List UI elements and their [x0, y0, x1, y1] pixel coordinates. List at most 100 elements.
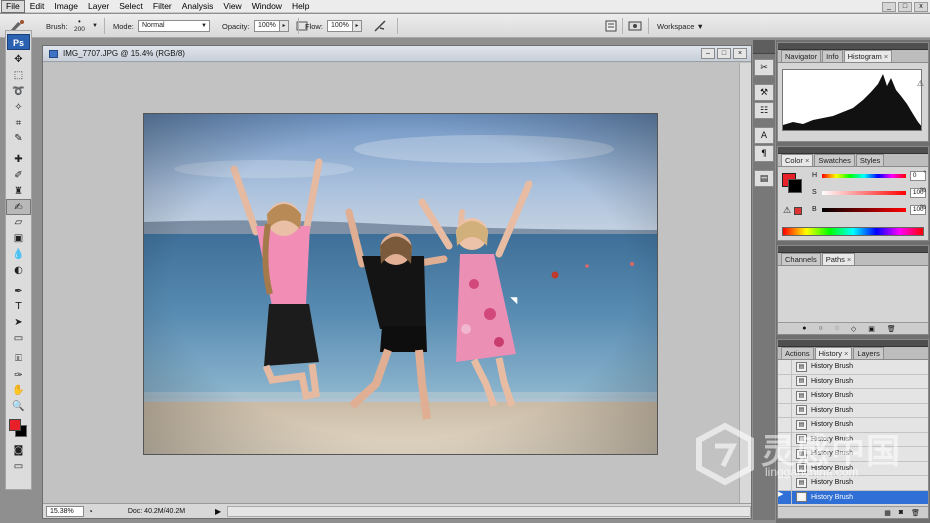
status-preview-icon[interactable]: ◔ — [88, 507, 93, 516]
menu-help[interactable]: Help — [287, 0, 314, 13]
bridge-icon[interactable] — [627, 14, 643, 38]
doc-minimize-button[interactable]: – — [701, 48, 715, 59]
history-item[interactable]: ▤ History Brush — [778, 432, 928, 447]
photo-canvas[interactable] — [143, 113, 658, 455]
clone-source-icon[interactable]: ☷ — [754, 102, 774, 119]
magic-wand-tool-icon[interactable]: ✧ — [6, 99, 31, 115]
opacity-input[interactable]: 100% — [254, 20, 280, 32]
brush-dropdown-arrow-icon[interactable]: ▼ — [92, 14, 98, 38]
paths-list[interactable] — [778, 266, 928, 322]
history-item[interactable]: ▤ History Brush — [778, 417, 928, 433]
dodge-tool-icon[interactable]: ◐ — [6, 262, 31, 278]
make-work-path-icon[interactable]: ◇ — [851, 325, 856, 333]
tab-info[interactable]: Info — [822, 50, 843, 62]
menu-image[interactable]: Image — [49, 0, 83, 13]
tab-actions[interactable]: Actions — [781, 347, 814, 359]
stroke-path-icon[interactable]: ○ — [818, 325, 822, 332]
history-brush-tool-icon[interactable]: ✍ — [6, 199, 31, 215]
horizontal-scrollbar[interactable] — [227, 505, 751, 517]
history-item-selected[interactable]: ▶ ▤ History Brush — [778, 490, 928, 504]
brightness-slider-row[interactable]: B 100 — [806, 201, 926, 218]
flow-input[interactable]: 100% — [327, 20, 353, 32]
tab-layers[interactable]: Layers — [853, 347, 884, 359]
menu-file[interactable]: File — [1, 0, 25, 13]
pen-tool-icon[interactable]: ✒ — [6, 283, 31, 299]
minimize-button[interactable]: _ — [882, 1, 896, 12]
close-button[interactable]: x — [914, 1, 928, 12]
fill-path-icon[interactable]: ● — [802, 325, 806, 332]
layer-comps-icon[interactable]: ▤ — [754, 170, 774, 187]
marquee-tool-icon[interactable]: ⬚ — [6, 68, 31, 84]
menu-select[interactable]: Select — [114, 0, 148, 13]
history-item[interactable]: ▤ History Brush — [778, 374, 928, 389]
history-item[interactable]: ▤ History Brush — [778, 360, 928, 375]
tab-history[interactable]: History × — [814, 347, 853, 359]
tab-swatches[interactable]: Swatches — [814, 154, 855, 166]
new-path-icon[interactable]: ▣ — [868, 325, 875, 333]
hue-slider-row[interactable]: H 0 — [806, 167, 926, 184]
clone-stamp-tool-icon[interactable]: ♜ — [6, 183, 31, 199]
zoom-level-field[interactable]: 15.38% — [46, 505, 84, 517]
menu-window[interactable]: Window — [247, 0, 287, 13]
status-menu-arrow-icon[interactable]: ▶ — [215, 507, 221, 516]
color-panel-background-swatch[interactable] — [788, 179, 802, 193]
histogram-refresh-icon[interactable]: ⚠ — [917, 79, 924, 88]
brushes-icon[interactable]: ⚒ — [754, 84, 774, 101]
doc-close-button[interactable]: × — [733, 48, 747, 59]
new-snapshot-icon[interactable]: ◙ — [899, 509, 903, 516]
load-selection-icon[interactable]: ◌ — [835, 325, 839, 332]
history-list[interactable]: ▤ History Brush ▤ History Brush ▤ History B… — [778, 360, 928, 504]
history-item[interactable]: ▤ History Brush — [778, 403, 928, 418]
eraser-tool-icon[interactable]: ▱ — [6, 215, 31, 231]
gradient-tool-icon[interactable]: ▣ — [6, 231, 31, 247]
menu-view[interactable]: View — [218, 0, 246, 13]
saturation-slider-row[interactable]: S 100 — [806, 184, 926, 201]
shape-tool-icon[interactable]: ▭ — [6, 331, 31, 347]
gamut-warning-icon[interactable]: ⚠ — [783, 205, 791, 216]
mode-select[interactable]: Normal ▼ — [138, 20, 210, 32]
move-tool-icon[interactable]: ✥ — [6, 52, 31, 68]
opacity-stepper-icon[interactable]: ▸ — [280, 20, 289, 32]
tab-histogram[interactable]: Histogram × — [843, 50, 893, 62]
delete-state-icon[interactable]: 🗑 — [911, 509, 920, 517]
delete-path-icon[interactable]: 🗑 — [887, 325, 896, 333]
hand-tool-icon[interactable]: ✋ — [6, 383, 31, 399]
history-item[interactable]: ▤ History Brush — [778, 446, 928, 462]
workspace-menu[interactable]: Workspace ▼ — [657, 14, 704, 38]
eyedropper-tool-icon[interactable]: ✑ — [6, 367, 31, 383]
brush-picker[interactable]: • 200 — [74, 14, 85, 38]
tool-presets-icon[interactable]: ✂ — [754, 59, 774, 76]
screen-mode-icon[interactable]: ▭ — [6, 458, 31, 474]
type-tool-icon[interactable]: T — [6, 299, 31, 315]
brush-tool-icon[interactable]: ✐ — [6, 168, 31, 184]
crop-tool-icon[interactable]: ⌗ — [6, 115, 31, 131]
flow-stepper-icon[interactable]: ▸ — [353, 20, 362, 32]
menu-filter[interactable]: Filter — [148, 0, 177, 13]
palette-well-icon[interactable] — [604, 14, 618, 38]
new-document-from-state-icon[interactable]: ▦ — [884, 509, 891, 517]
tab-styles[interactable]: Styles — [855, 154, 885, 166]
maximize-button[interactable]: □ — [898, 1, 912, 12]
history-item[interactable]: ▤ History Brush — [778, 461, 928, 476]
menu-edit[interactable]: Edit — [25, 0, 50, 13]
path-selection-tool-icon[interactable]: ➤ — [6, 315, 31, 331]
tab-navigator[interactable]: Navigator — [781, 50, 822, 62]
slice-tool-icon[interactable]: ✎ — [6, 131, 31, 147]
history-item[interactable]: ▤ History Brush — [778, 388, 928, 404]
healing-brush-tool-icon[interactable]: ✚ — [6, 152, 31, 168]
character-icon[interactable]: A — [754, 127, 774, 144]
zoom-tool-icon[interactable]: 🔍 — [6, 399, 31, 415]
doc-maximize-button[interactable]: □ — [717, 48, 731, 59]
notes-tool-icon[interactable]: 🗉 — [6, 351, 31, 367]
canvas-area[interactable] — [43, 63, 751, 505]
vertical-scrollbar[interactable] — [739, 63, 751, 505]
menu-layer[interactable]: Layer — [83, 0, 114, 13]
paragraph-icon[interactable]: ¶ — [754, 145, 774, 162]
tab-color[interactable]: Color × — [781, 154, 814, 166]
airbrush-icon[interactable] — [372, 14, 388, 38]
menu-analysis[interactable]: Analysis — [177, 0, 219, 13]
tab-paths[interactable]: Paths × — [821, 253, 856, 265]
quick-mask-icon[interactable]: ◙ — [6, 443, 31, 459]
tab-channels[interactable]: Channels — [781, 253, 821, 265]
document-title-bar[interactable]: IMG_7707.JPG @ 15.4% (RGB/8) – □ × — [43, 46, 751, 62]
